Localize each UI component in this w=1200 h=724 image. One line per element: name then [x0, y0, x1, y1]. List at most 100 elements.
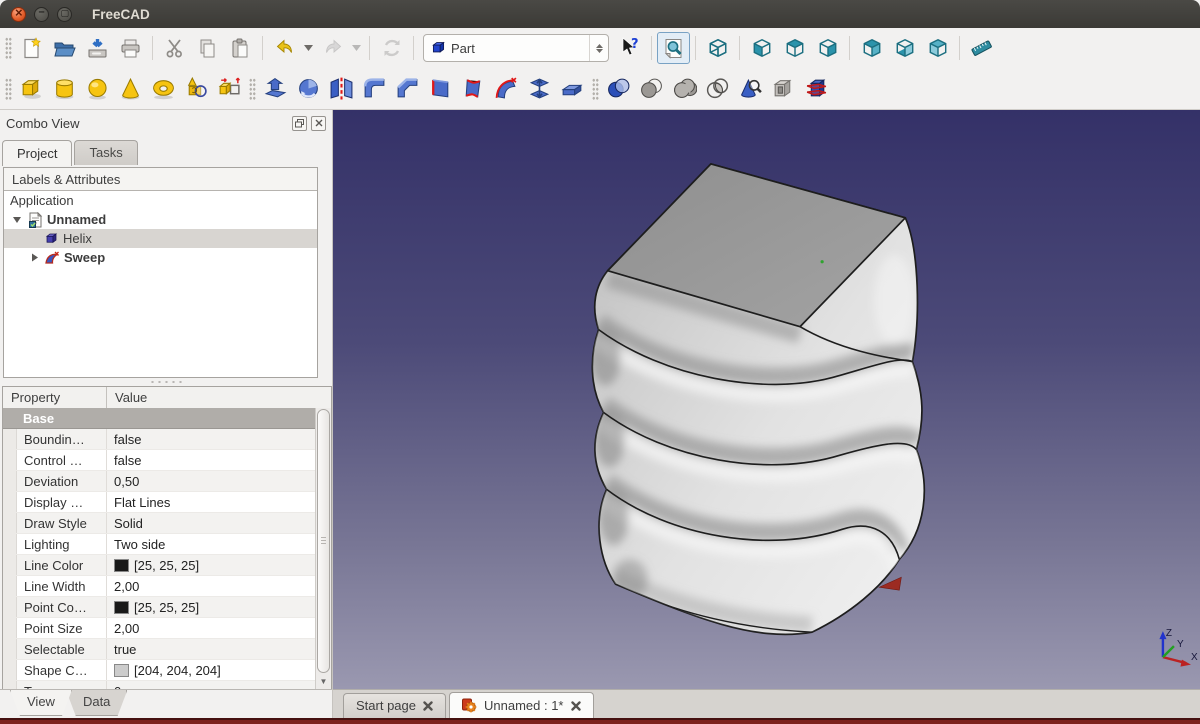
part-revolve-button[interactable] — [292, 73, 325, 105]
property-row[interactable]: Boundin…false — [3, 429, 316, 450]
part-union-button[interactable] — [668, 73, 701, 105]
toolbar-grip[interactable] — [249, 78, 256, 100]
property-row[interactable]: Shape C…[204, 204, 204] — [3, 660, 316, 681]
tree-item-sweep[interactable]: Sweep — [4, 248, 317, 267]
refresh-button[interactable] — [375, 32, 408, 64]
property-row[interactable]: LightingTwo side — [3, 534, 316, 555]
part-boolean-button[interactable] — [602, 73, 635, 105]
close-tab-icon[interactable] — [423, 701, 433, 711]
property-row[interactable]: Point Size2,00 — [3, 618, 316, 639]
part-box-button[interactable] — [15, 73, 48, 105]
property-group-base[interactable]: Base — [3, 408, 316, 429]
fit-all-button[interactable] — [657, 32, 690, 64]
redo-button[interactable] — [316, 32, 349, 64]
part-sweep-button[interactable] — [490, 73, 523, 105]
view-top-button[interactable] — [778, 32, 811, 64]
window-close-button[interactable] — [11, 7, 26, 22]
part-loft-button[interactable] — [523, 73, 556, 105]
close-tab-icon[interactable] — [571, 701, 581, 711]
part-cylinder-button[interactable] — [48, 73, 81, 105]
part-torus-button[interactable] — [147, 73, 180, 105]
part-convert-solid-button[interactable] — [767, 73, 800, 105]
refresh-icon — [381, 37, 403, 59]
property-row[interactable]: Point Co…[25, 25, 25] — [3, 597, 316, 618]
tab-unnamed-document[interactable]: Unnamed : 1* — [449, 692, 594, 718]
part-primitives-button[interactable] — [180, 73, 213, 105]
paste-button[interactable] — [224, 32, 257, 64]
window-minimize-button[interactable] — [34, 7, 49, 22]
color-swatch — [114, 601, 129, 614]
part-cone-button[interactable] — [114, 73, 147, 105]
tree-item-unnamed[interactable]: Unnamed — [4, 210, 317, 229]
view-bottom-button[interactable] — [888, 32, 921, 64]
part-check-geometry-button[interactable] — [734, 73, 767, 105]
save-file-button[interactable] — [81, 32, 114, 64]
tab-view[interactable]: View — [10, 690, 72, 716]
cut-button[interactable] — [158, 32, 191, 64]
tree-item-application[interactable]: Application — [4, 191, 317, 210]
revolve-icon — [296, 76, 321, 101]
part-mirror-button[interactable] — [325, 73, 358, 105]
toolbar-grip[interactable] — [5, 78, 12, 100]
tab-tasks[interactable]: Tasks — [74, 140, 137, 165]
print-button[interactable] — [114, 32, 147, 64]
part-make-face-button[interactable] — [424, 73, 457, 105]
toolbar-grip[interactable] — [592, 78, 599, 100]
window-maximize-button[interactable] — [57, 7, 72, 22]
freecad-document-icon — [462, 698, 477, 713]
view-rear-button[interactable] — [855, 32, 888, 64]
scrollbar-down-button[interactable]: ▼ — [317, 675, 330, 688]
property-row[interactable]: Line Color[25, 25, 25] — [3, 555, 316, 576]
panel-float-button[interactable] — [292, 116, 307, 131]
3d-viewport[interactable]: Z Y X — [333, 110, 1200, 689]
workbench-selector[interactable]: Part — [423, 34, 609, 62]
tab-start-page[interactable]: Start page — [343, 693, 446, 718]
panel-close-button[interactable] — [311, 116, 326, 131]
property-row[interactable]: Display …Flat Lines — [3, 492, 316, 513]
property-row[interactable]: Control …false — [3, 450, 316, 471]
tab-data[interactable]: Data — [66, 690, 127, 716]
whats-this-button[interactable]: ? — [613, 32, 646, 64]
part-sphere-button[interactable] — [81, 73, 114, 105]
copy-button[interactable] — [191, 32, 224, 64]
part-chamfer-button[interactable] — [391, 73, 424, 105]
scrollbar-thumb[interactable] — [317, 409, 330, 673]
view-front-button[interactable] — [745, 32, 778, 64]
view-axonometric-button[interactable] — [701, 32, 734, 64]
combo-view-title: Combo View — [6, 116, 79, 131]
box-icon — [19, 76, 44, 101]
toolbar-separator — [959, 36, 960, 60]
property-row[interactable]: Draw StyleSolid — [3, 513, 316, 534]
part-extrude-button[interactable] — [259, 73, 292, 105]
new-file-button[interactable] — [15, 32, 48, 64]
part-shape-builder-button[interactable] — [213, 73, 246, 105]
property-row[interactable]: Deviation0,50 — [3, 471, 316, 492]
expander-open-icon[interactable] — [12, 216, 22, 224]
measure-distance-button[interactable] — [965, 32, 998, 64]
tree-item-helix[interactable]: Helix — [4, 229, 317, 248]
panel-splitter[interactable] — [0, 378, 332, 386]
workbench-spinner[interactable] — [589, 35, 608, 61]
property-scrollbar[interactable]: ▼ — [315, 408, 331, 689]
part-fillet-button[interactable] — [358, 73, 391, 105]
part-intersection-button[interactable] — [701, 73, 734, 105]
restore-icon — [295, 119, 304, 128]
vertex-marker — [821, 260, 824, 263]
expander-closed-icon[interactable] — [30, 253, 40, 262]
property-row[interactable]: Selectabletrue — [3, 639, 316, 660]
part-cross-sections-button[interactable] — [800, 73, 833, 105]
toolbar-grip[interactable] — [5, 37, 12, 59]
make-face-icon — [428, 76, 453, 101]
part-offset-button[interactable] — [556, 73, 589, 105]
redo-dropdown-button[interactable] — [349, 32, 364, 64]
tab-project[interactable]: Project — [2, 140, 72, 166]
torus-icon — [151, 76, 176, 101]
property-row[interactable]: Line Width2,00 — [3, 576, 316, 597]
view-left-button[interactable] — [921, 32, 954, 64]
undo-dropdown-button[interactable] — [301, 32, 316, 64]
part-ruled-surface-button[interactable] — [457, 73, 490, 105]
undo-button[interactable] — [268, 32, 301, 64]
view-right-button[interactable] — [811, 32, 844, 64]
part-cut-button[interactable] — [635, 73, 668, 105]
open-file-button[interactable] — [48, 32, 81, 64]
